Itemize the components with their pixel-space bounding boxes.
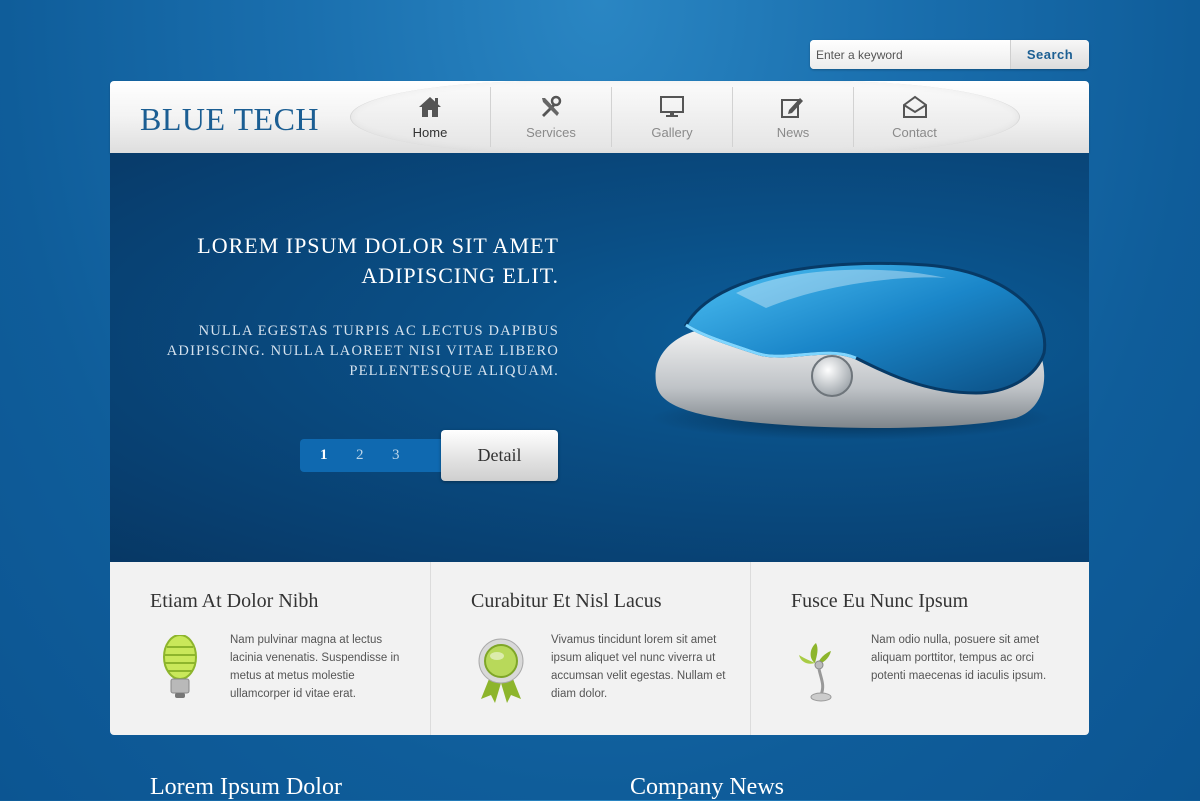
- edit-icon: [781, 98, 803, 118]
- monitor-icon: [660, 96, 684, 117]
- plant-fan-icon: [799, 643, 832, 702]
- nav-item-services[interactable]: Services: [491, 87, 612, 147]
- feature-text: Vivamus tincidunt lorem sit amet ipsum a…: [551, 634, 726, 700]
- section-heading-right: Company News: [630, 774, 784, 800]
- hero-subtitle: NULLA EGESTAS TURPIS AC LECTUS DAPIBUS A…: [166, 323, 559, 379]
- feature-text: Nam pulvinar magna at lectus lacinia ven…: [230, 634, 400, 700]
- nav-item-home[interactable]: Home: [370, 87, 491, 147]
- feature-title: Curabitur Et Nisl Lacus: [471, 590, 662, 612]
- hero-title: LOREM IPSUM DOLOR SIT AMET ADIPISCING EL…: [197, 233, 559, 288]
- nav-item-gallery[interactable]: Gallery: [612, 87, 733, 147]
- main-nav: Home Services Gallery News Contact: [350, 81, 1020, 153]
- envelope-icon: [902, 95, 927, 118]
- slide-page-3[interactable]: 3: [392, 447, 428, 464]
- search-input[interactable]: [810, 40, 1010, 69]
- home-icon: [419, 97, 441, 117]
- site-logo[interactable]: BLUE TECH: [140, 101, 319, 138]
- search-button[interactable]: Search: [1010, 40, 1089, 69]
- site-header: BLUE TECH Home Services Gallery News Con…: [110, 81, 1089, 153]
- tools-icon: [542, 95, 562, 117]
- nav-label: Gallery: [651, 125, 693, 140]
- nav-label: Home: [412, 125, 448, 140]
- nav-item-news[interactable]: News: [733, 87, 854, 147]
- search-bar: Search: [810, 40, 1089, 69]
- nav-label: Services: [526, 125, 576, 140]
- features-section: Etiam At Dolor Nibh Nam pulvinar magna a…: [110, 562, 1089, 735]
- hero-banner: LOREM IPSUM DOLOR SIT AMET ADIPISCING EL…: [110, 153, 1089, 562]
- lightbulb-icon: [163, 635, 197, 698]
- feature-title: Etiam At Dolor Nibh: [150, 590, 319, 612]
- slide-page-2[interactable]: 2: [356, 447, 392, 464]
- section-heading-left: Lorem Ipsum Dolor: [150, 774, 342, 800]
- award-badge-icon: [478, 638, 524, 703]
- slide-page-1[interactable]: 1: [320, 447, 356, 464]
- feature-card: Fusce Eu Nunc Ipsum Nam odio nulla, posu…: [750, 562, 1070, 735]
- feature-title: Fusce Eu Nunc Ipsum: [791, 590, 969, 612]
- slide-pager: 1 2 3: [300, 439, 445, 472]
- feature-text: Nam odio nulla, posuere sit amet aliquam…: [871, 634, 1047, 682]
- feature-card: Etiam At Dolor Nibh Nam pulvinar magna a…: [110, 562, 430, 735]
- feature-card: Curabitur Et Nisl Lacus Vivamus tincidun…: [430, 562, 750, 735]
- nav-item-contact[interactable]: Contact: [854, 87, 975, 147]
- computer-mouse-illustration: [651, 261, 1051, 440]
- nav-label: News: [776, 125, 810, 140]
- detail-button[interactable]: Detail: [441, 430, 558, 481]
- nav-label: Contact: [892, 125, 937, 140]
